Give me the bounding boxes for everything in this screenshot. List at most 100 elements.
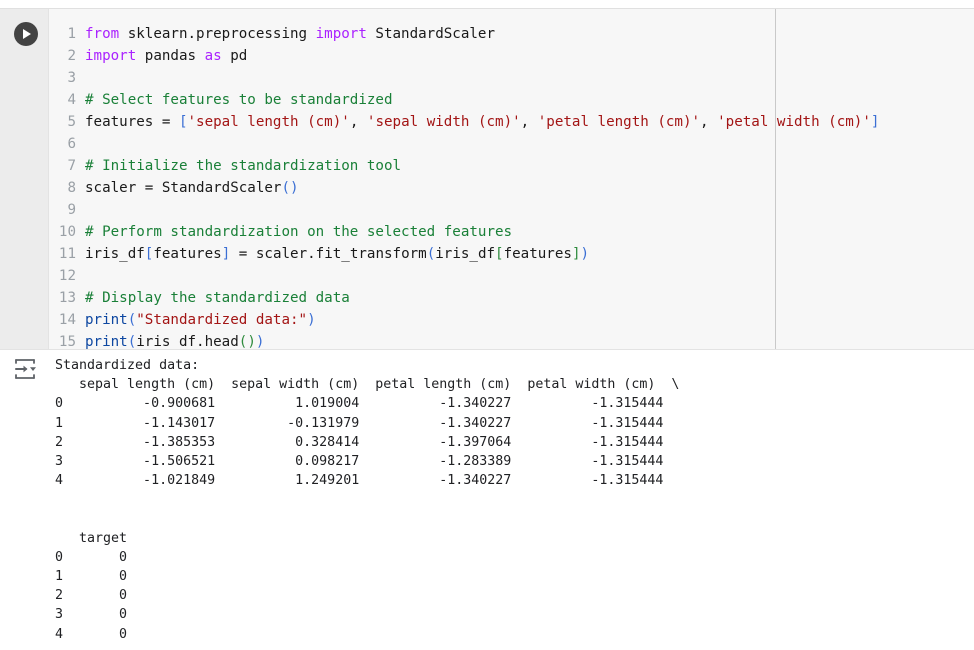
code-line-content: print(iris_df.head()) (85, 331, 264, 349)
code-line: 10 # Perform standardization on the sele… (49, 221, 974, 243)
token-bracket: ) (290, 180, 299, 196)
token-bracket: ] (221, 246, 231, 262)
token-string: 'sepal width (cm)' (366, 114, 521, 130)
token-class: StandardScaler (366, 26, 496, 42)
output-blank-line (55, 490, 974, 509)
code-editor-section: 1 from sklearn.preprocessing import Stan… (0, 9, 974, 349)
output-table-row: 3 0 (55, 607, 128, 623)
output-table-row: 4 0 (55, 626, 128, 638)
code-line-content: from sklearn.preprocessing import Standa… (85, 23, 495, 45)
line-number: 5 (67, 114, 76, 130)
token-string: 'petal width (cm)' (717, 114, 871, 130)
token-module: pandas (136, 48, 205, 64)
notebook-code-cell: 1 from sklearn.preprocessing import Stan… (0, 8, 974, 638)
token-module: sklearn.preprocessing (119, 26, 316, 42)
output-table-row: 1 0 (55, 569, 128, 585)
line-number: 11 (58, 246, 76, 262)
token-bracket: ) (307, 312, 316, 328)
token-variable: scaler = StandardScaler (85, 180, 282, 196)
token-comment: # Perform standardization on the selecte… (85, 224, 513, 240)
token-keyword: import (315, 26, 367, 42)
output-toggle-icon[interactable] (14, 358, 38, 380)
token-bracket: ] (870, 114, 880, 130)
token-function: print (85, 312, 128, 328)
token-variable: iris_df (435, 246, 496, 262)
code-line-content: print("Standardized data:") (85, 309, 316, 331)
line-number: 14 (58, 312, 76, 328)
output-table-row: 0 0 (55, 549, 128, 565)
line-number: 7 (67, 158, 76, 174)
token-bracket: [ (495, 246, 504, 262)
output-table-row: 0 -0.900681 1.019004 -1.340227 -1.315444 (55, 396, 664, 412)
token-bracket: [ (178, 114, 188, 130)
code-line: 14 print("Standardized data:") (49, 309, 974, 331)
token-comma: , (700, 114, 718, 130)
output-table-header: target (55, 530, 128, 546)
code-line: 8 scaler = StandardScaler() (49, 177, 974, 199)
token-comma: , (349, 114, 367, 130)
token-bracket: ) (580, 246, 590, 262)
output-gutter (0, 350, 49, 638)
code-line: 11 iris_df[features] = scaler.fit_transf… (49, 243, 974, 265)
play-circle-icon[interactable] (14, 22, 38, 46)
code-editor[interactable]: 1 from sklearn.preprocessing import Stan… (49, 9, 974, 349)
output-table-row: 2 -1.385353 0.328414 -1.397064 -1.315444 (55, 434, 664, 450)
line-number: 4 (67, 92, 76, 108)
line-number: 9 (67, 202, 76, 218)
token-string: "Standardized data:" (136, 312, 308, 328)
token-variable: features (153, 246, 222, 262)
token-bracket: ( (281, 180, 291, 196)
token-comment: # Display the standardized data (85, 290, 350, 306)
code-line: 6 (49, 133, 974, 155)
code-line-content: iris_df[features] = scaler.fit_transform… (85, 243, 589, 265)
line-number: 8 (67, 180, 76, 196)
code-line: 12 (49, 265, 974, 287)
code-line: 2 import pandas as pd (49, 45, 974, 67)
code-line: 4 # Select features to be standardized (49, 89, 974, 111)
output-table-row: 3 -1.506521 0.098217 -1.283389 -1.315444 (55, 453, 664, 469)
line-number: 3 (67, 70, 76, 86)
token-alias: pd (221, 48, 248, 64)
token-bracket: ( (127, 312, 137, 328)
output-header: Standardized data: (55, 358, 200, 373)
code-line: 1 from sklearn.preprocessing import Stan… (49, 23, 974, 45)
line-number: 2 (67, 48, 76, 64)
output-table-row: 1 -1.143017 -0.131979 -1.340227 -1.31544… (55, 415, 664, 431)
token-bracket: ) (247, 334, 256, 349)
line-number: 10 (58, 224, 76, 240)
code-line-content: scaler = StandardScaler() (85, 177, 299, 199)
line-number: 1 (67, 26, 76, 42)
output-table-row: 4 -1.021849 1.249201 -1.340227 -1.315444 (55, 473, 664, 489)
play-triangle-icon (23, 29, 31, 39)
code-line: 15 print(iris_df.head()) (49, 331, 974, 349)
code-line: 9 (49, 199, 974, 221)
code-line: 13 # Display the standardized data (49, 287, 974, 309)
token-keyword: import (85, 48, 137, 64)
token-variable: features (503, 246, 572, 262)
line-number: 6 (67, 136, 76, 152)
token-function: print (85, 334, 128, 349)
run-gutter (0, 9, 49, 349)
code-line: 5 features = ['sepal length (cm)', 'sepa… (49, 111, 974, 133)
line-number: 13 (58, 290, 76, 306)
output-table-header: sepal length (cm) sepal width (cm) petal… (55, 377, 680, 393)
token-expression: = scaler.fit_transform (230, 246, 427, 262)
token-comma: , (520, 114, 538, 130)
token-bracket: ( (127, 334, 137, 349)
token-variable: iris_df (85, 246, 145, 262)
token-keyword: from (85, 26, 120, 42)
token-expression: iris_df.head (136, 334, 239, 349)
line-number: 12 (58, 268, 76, 284)
token-comment: # Initialize the standardization tool (85, 158, 402, 174)
token-string: 'petal length (cm)' (537, 114, 701, 130)
token-keyword: as (204, 48, 222, 64)
cell-output-section: Standardized data: sepal length (cm) sep… (0, 350, 974, 638)
token-bracket: ) (255, 334, 265, 349)
code-line: 3 (49, 67, 974, 89)
output-table-row: 2 0 (55, 588, 128, 604)
code-line: 7 # Initialize the standardization tool (49, 155, 974, 177)
code-line-content: import pandas as pd (85, 45, 247, 67)
token-variable: features = (85, 114, 179, 130)
token-comment: # Select features to be standardized (85, 92, 393, 108)
code-line-content: features = ['sepal length (cm)', 'sepal … (85, 111, 879, 133)
